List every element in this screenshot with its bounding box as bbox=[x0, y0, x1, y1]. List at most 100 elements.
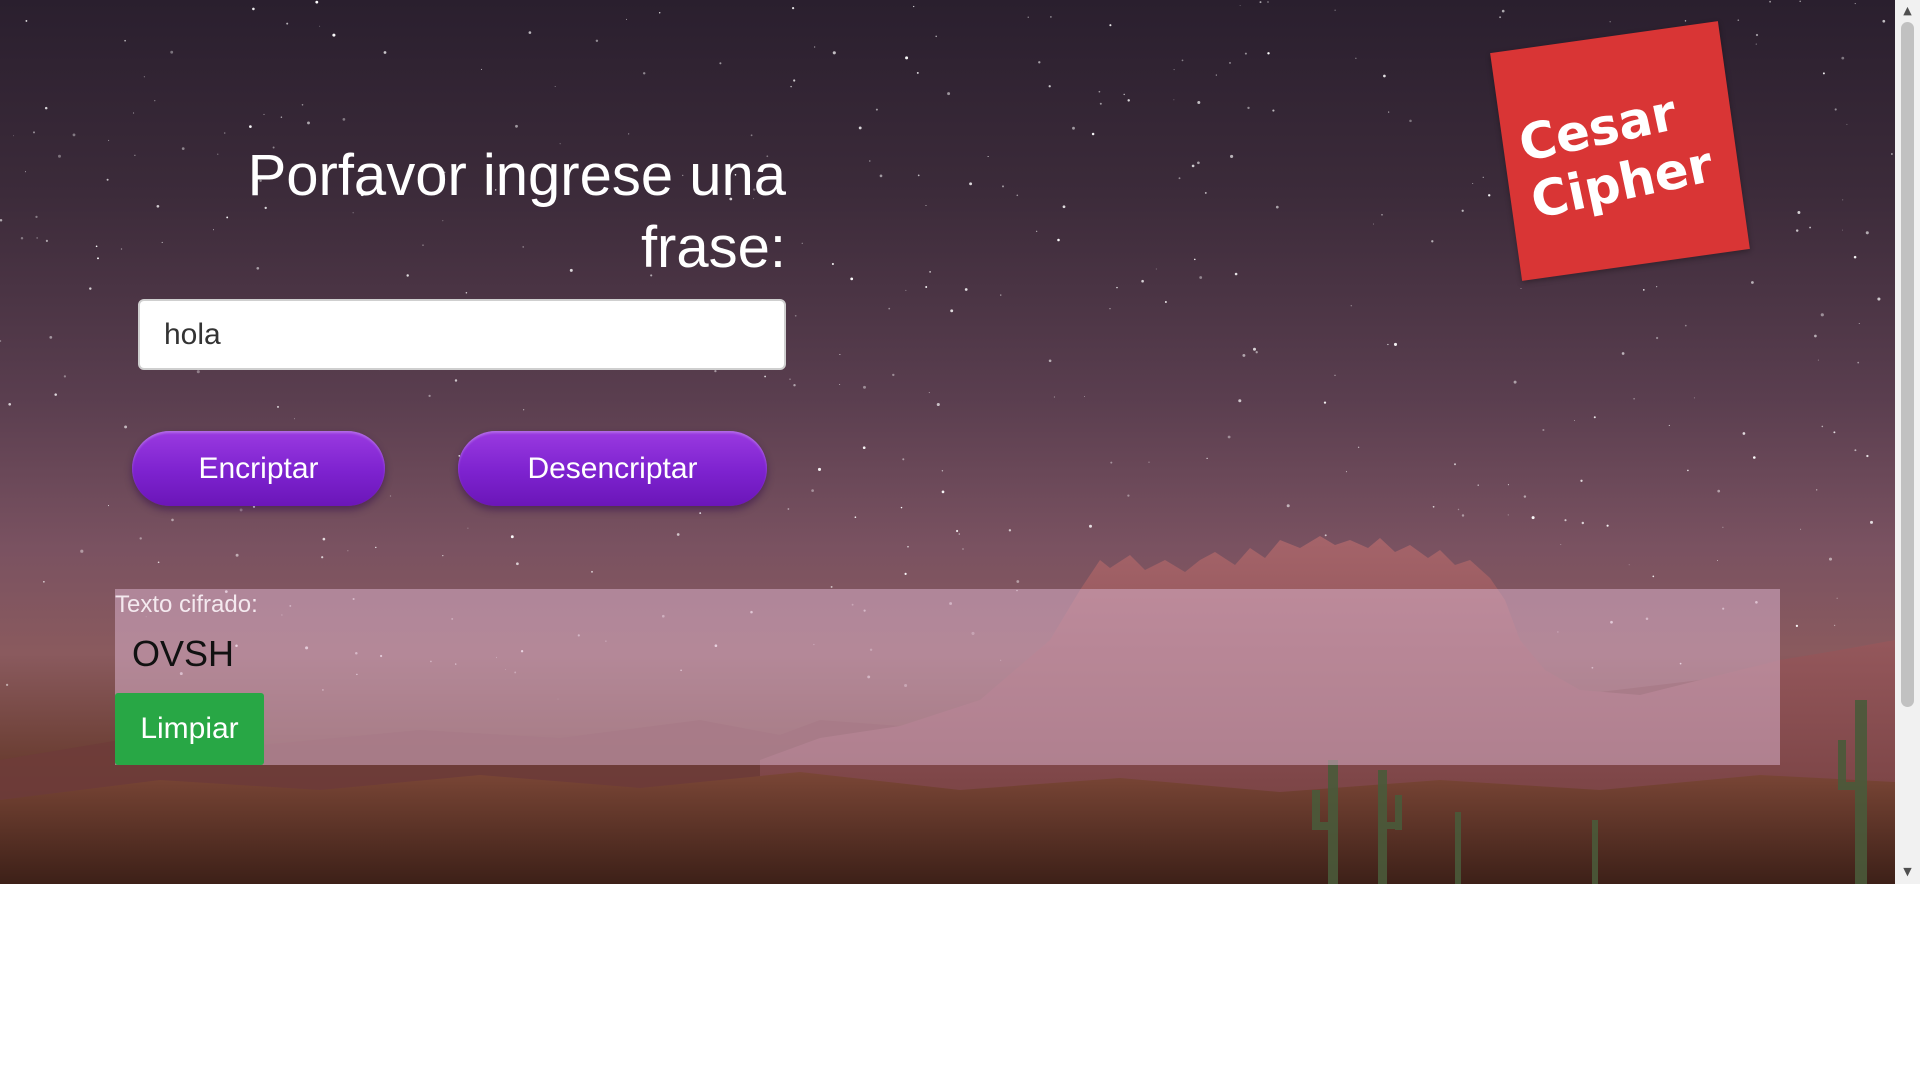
star bbox=[1507, 514, 1509, 516]
star bbox=[139, 537, 142, 540]
star bbox=[1800, 528, 1802, 530]
star bbox=[888, 307, 891, 310]
star bbox=[902, 458, 905, 461]
star bbox=[13, 135, 15, 137]
star bbox=[1842, 199, 1844, 201]
star bbox=[1755, 43, 1757, 45]
star bbox=[964, 288, 968, 291]
star bbox=[72, 133, 76, 137]
scroll-down-arrow-icon[interactable]: ▼ bbox=[1895, 863, 1920, 881]
star bbox=[1036, 230, 1038, 232]
star bbox=[1564, 519, 1567, 522]
star bbox=[719, 62, 722, 65]
star bbox=[913, 5, 915, 8]
star bbox=[793, 383, 796, 387]
star bbox=[1155, 268, 1157, 270]
star bbox=[904, 572, 907, 575]
star bbox=[1048, 359, 1052, 363]
star bbox=[642, 72, 646, 75]
star bbox=[1560, 543, 1562, 545]
star bbox=[510, 535, 514, 539]
star bbox=[869, 160, 871, 162]
star bbox=[1272, 109, 1275, 112]
star bbox=[969, 182, 973, 186]
scroll-up-arrow-icon[interactable]: ▲ bbox=[1895, 2, 1920, 20]
star bbox=[1197, 101, 1201, 104]
star bbox=[1229, 61, 1231, 64]
star bbox=[0, 219, 3, 222]
decrypt-button[interactable]: Desencriptar bbox=[458, 431, 767, 506]
star bbox=[1520, 288, 1522, 289]
encrypt-button[interactable]: Encriptar bbox=[132, 431, 385, 506]
star bbox=[1877, 297, 1881, 301]
star bbox=[1242, 353, 1246, 357]
clear-button[interactable]: Limpiar bbox=[115, 693, 264, 765]
star bbox=[1821, 425, 1824, 428]
star bbox=[249, 125, 252, 128]
star bbox=[120, 248, 123, 250]
star bbox=[480, 68, 482, 70]
star bbox=[1722, 526, 1724, 528]
star bbox=[1531, 516, 1535, 520]
star bbox=[854, 516, 857, 519]
star bbox=[1656, 286, 1658, 288]
star bbox=[301, 104, 304, 106]
star bbox=[36, 237, 38, 239]
star bbox=[235, 553, 239, 557]
star bbox=[787, 508, 790, 510]
star bbox=[1062, 205, 1066, 209]
star bbox=[239, 508, 243, 512]
star bbox=[987, 155, 989, 158]
star bbox=[286, 22, 289, 25]
star bbox=[1431, 240, 1434, 243]
star bbox=[49, 336, 53, 339]
star bbox=[1499, 16, 1502, 19]
star bbox=[315, 0, 319, 4]
star bbox=[1253, 347, 1256, 351]
star bbox=[1373, 223, 1375, 225]
star bbox=[941, 470, 944, 472]
star bbox=[1089, 524, 1092, 528]
star bbox=[1882, 19, 1886, 23]
star bbox=[1687, 469, 1689, 472]
star bbox=[1797, 211, 1801, 214]
star bbox=[515, 124, 518, 128]
star bbox=[1717, 560, 1718, 561]
star bbox=[962, 548, 964, 550]
star bbox=[1833, 431, 1836, 434]
vertical-scrollbar[interactable]: ▲ ▼ bbox=[1895, 0, 1920, 884]
star bbox=[322, 537, 326, 541]
star bbox=[1053, 396, 1055, 398]
star bbox=[196, 370, 200, 374]
star bbox=[528, 31, 532, 34]
logo-wordmark: Cesar Cipher bbox=[1514, 83, 1718, 230]
star bbox=[1822, 72, 1825, 75]
star bbox=[879, 174, 883, 178]
star bbox=[1834, 108, 1837, 111]
scrollbar-thumb[interactable] bbox=[1901, 22, 1914, 707]
phrase-input[interactable] bbox=[138, 299, 786, 370]
star bbox=[223, 132, 226, 134]
star bbox=[20, 236, 24, 240]
star bbox=[699, 512, 702, 515]
star bbox=[63, 375, 67, 378]
star bbox=[858, 126, 862, 130]
star bbox=[107, 505, 110, 507]
star bbox=[321, 556, 324, 559]
star bbox=[389, 495, 392, 497]
star bbox=[1523, 495, 1527, 498]
star bbox=[905, 56, 909, 60]
star bbox=[1593, 416, 1596, 419]
star bbox=[24, 171, 27, 173]
star bbox=[764, 375, 766, 378]
star bbox=[442, 555, 444, 557]
star bbox=[794, 314, 797, 317]
star bbox=[89, 287, 92, 290]
star bbox=[839, 384, 841, 386]
star bbox=[134, 154, 136, 156]
star bbox=[790, 85, 792, 88]
star bbox=[875, 108, 878, 111]
star bbox=[595, 39, 599, 43]
star bbox=[917, 174, 920, 177]
browser-viewport: Porfavor ingrese una frase: Encriptar De… bbox=[0, 0, 1920, 1083]
